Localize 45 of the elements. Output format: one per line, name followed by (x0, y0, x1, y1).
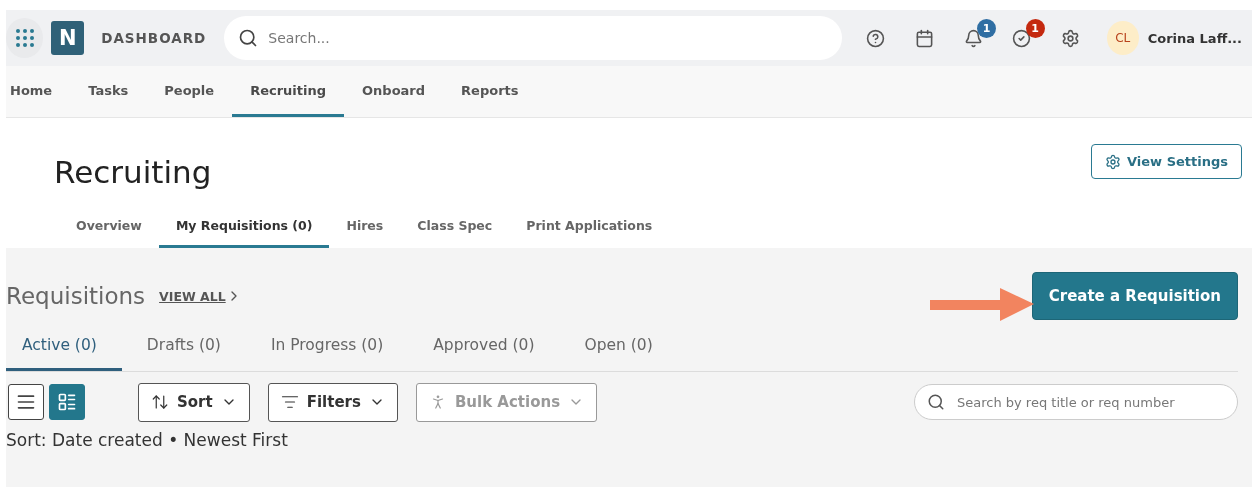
view-settings-button[interactable]: View Settings (1091, 144, 1242, 179)
user-avatar[interactable]: CL (1106, 21, 1139, 55)
settings-icon[interactable] (1061, 28, 1081, 48)
filters-button[interactable]: Filters (267, 382, 398, 422)
page-tab[interactable]: Hires (329, 206, 401, 248)
app-title: DASHBOARD (101, 30, 207, 46)
sort-button[interactable]: Sort (138, 382, 250, 422)
requisition-search-field[interactable]: Search by req title or req number (914, 384, 1238, 420)
page-tab[interactable]: Print Applications (509, 206, 670, 248)
search-icon (927, 393, 945, 411)
page-tab[interactable]: Overview (54, 206, 159, 248)
nav-tab[interactable]: Onboard (344, 66, 444, 117)
page-title: Recruiting (54, 154, 212, 190)
gear-icon (1105, 153, 1121, 170)
calendar-icon[interactable] (915, 28, 935, 48)
nav-tab[interactable]: Home (6, 66, 71, 117)
search-icon (238, 28, 259, 48)
page-tab[interactable]: Class Spec (400, 206, 510, 248)
bell-icon[interactable] (963, 28, 983, 48)
card-list-icon (57, 392, 77, 412)
nav-tab[interactable]: Tasks (70, 66, 147, 117)
status-tab[interactable]: Approved (0) (408, 322, 560, 371)
count-badge: 1 (1025, 18, 1045, 38)
apps-menu-button[interactable] (6, 18, 44, 58)
check-circle-icon[interactable] (1012, 28, 1032, 48)
list-icon (16, 392, 36, 412)
status-tab[interactable]: In Progress (0) (245, 322, 409, 371)
logo: N (51, 21, 85, 55)
status-tab[interactable]: Open (0) (559, 322, 678, 371)
view-all-link[interactable]: VIEW ALL (159, 288, 226, 304)
count-badge: 1 (976, 18, 996, 38)
filter-icon (280, 393, 299, 411)
help-icon[interactable] (866, 28, 886, 48)
create-requisition-button[interactable]: Create a Requisition (1031, 272, 1238, 320)
user-name[interactable]: Corina Laff... (1147, 30, 1242, 46)
section-title: Requisitions (6, 283, 146, 309)
status-tab[interactable]: Drafts (0) (121, 322, 246, 371)
status-tab[interactable]: Active (0) (6, 322, 122, 371)
nav-tab[interactable]: People (146, 66, 233, 117)
sort-arrows-icon (151, 393, 169, 411)
nav-tab[interactable]: Reports (443, 66, 537, 117)
card-view-button[interactable] (49, 384, 85, 420)
sort-description: Sort: Date created • Newest First (6, 430, 289, 450)
search-field[interactable]: Search... (224, 16, 843, 60)
list-view-button[interactable] (8, 384, 44, 420)
